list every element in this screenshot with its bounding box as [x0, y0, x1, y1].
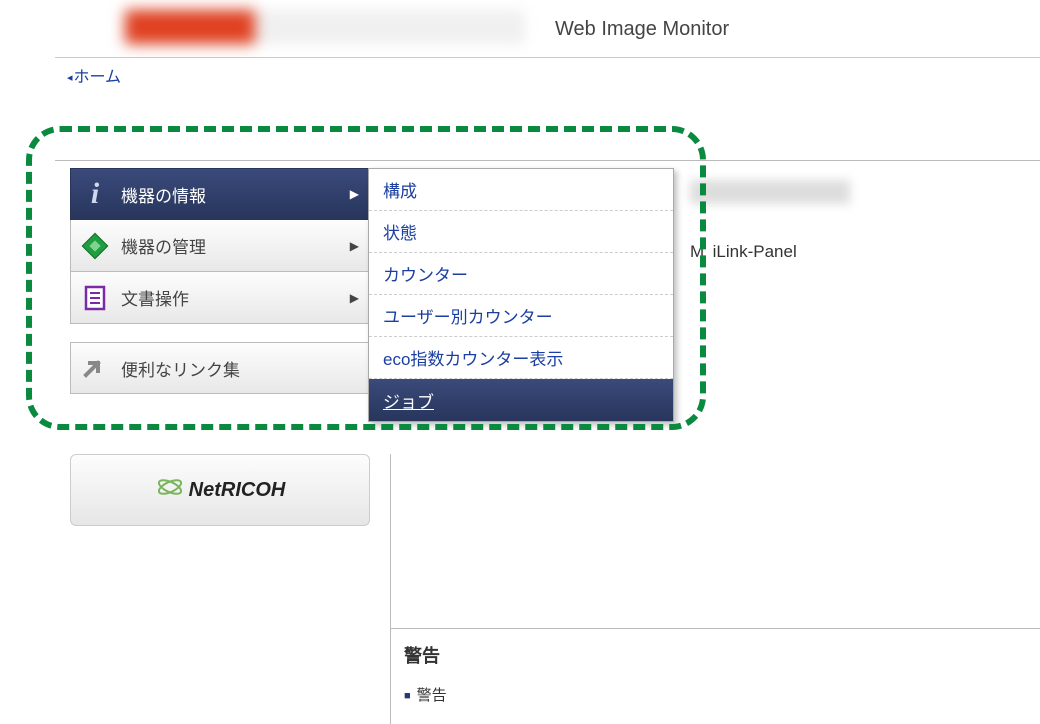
netricoh-label: NetRICOH — [189, 479, 286, 502]
arrow-out-icon — [81, 354, 109, 382]
panel-label-text: iLink-Panel — [713, 242, 797, 261]
gear-icon — [81, 232, 109, 260]
chevron-right-icon: ▶ — [350, 187, 359, 201]
home-link[interactable]: ホーム — [67, 63, 121, 87]
submenu-item-job[interactable]: ジョブ — [369, 379, 673, 421]
sidebar-item-label: 機器の管理 — [121, 233, 206, 258]
panel-label-prefix: M — [690, 242, 703, 261]
sidebar-item-label: 機器の情報 — [121, 182, 206, 207]
submenu-item-user-counter[interactable]: ユーザー別カウンター — [369, 295, 673, 337]
chevron-right-icon: ▶ — [350, 291, 359, 305]
sidebar-item-useful-links[interactable]: 便利なリンク集 — [70, 342, 370, 394]
netricoh-button[interactable]: NetRICOH — [70, 454, 370, 526]
sidebar-item-device-mgmt[interactable]: 機器の管理 ▶ — [70, 220, 370, 272]
sidebar: i 機器の情報 ▶ 機器の管理 ▶ 文書操作 ▶ 便利なリンク集 NetRICO… — [70, 168, 370, 526]
top-header: Web Image Monitor — [55, 0, 1040, 58]
sidebar-item-label: 文書操作 — [121, 285, 189, 310]
warning-item: 警告 — [404, 684, 447, 705]
sidebar-item-document-ops[interactable]: 文書操作 ▶ — [70, 272, 370, 324]
device-name-blurred — [690, 180, 850, 204]
submenu-item-status[interactable]: 状態 — [369, 211, 673, 253]
warning-divider — [390, 628, 1040, 629]
divider-horizontal — [55, 160, 1040, 161]
submenu-item-counter[interactable]: カウンター — [369, 253, 673, 295]
app-title: Web Image Monitor — [555, 18, 729, 41]
info-icon: i — [81, 180, 109, 208]
content-area: M iLink-Panel — [690, 180, 850, 262]
warning-block: 警告 警告 — [404, 642, 447, 705]
document-icon — [81, 284, 109, 312]
brand-logo-blurred — [125, 10, 525, 44]
breadcrumb: ホーム — [55, 58, 1040, 92]
sidebar-item-device-info[interactable]: i 機器の情報 ▶ — [70, 168, 370, 220]
divider-vertical — [390, 454, 391, 724]
submenu-device-info: 構成 状態 カウンター ユーザー別カウンター eco指数カウンター表示 ジョブ — [368, 168, 674, 422]
chevron-right-icon: ▶ — [350, 239, 359, 253]
warning-title: 警告 — [404, 642, 447, 668]
submenu-item-eco-counter[interactable]: eco指数カウンター表示 — [369, 337, 673, 379]
sidebar-item-label: 便利なリンク集 — [121, 356, 240, 381]
submenu-item-config[interactable]: 構成 — [369, 169, 673, 211]
panel-label: M iLink-Panel — [690, 242, 850, 262]
leaf-icon — [155, 472, 185, 509]
